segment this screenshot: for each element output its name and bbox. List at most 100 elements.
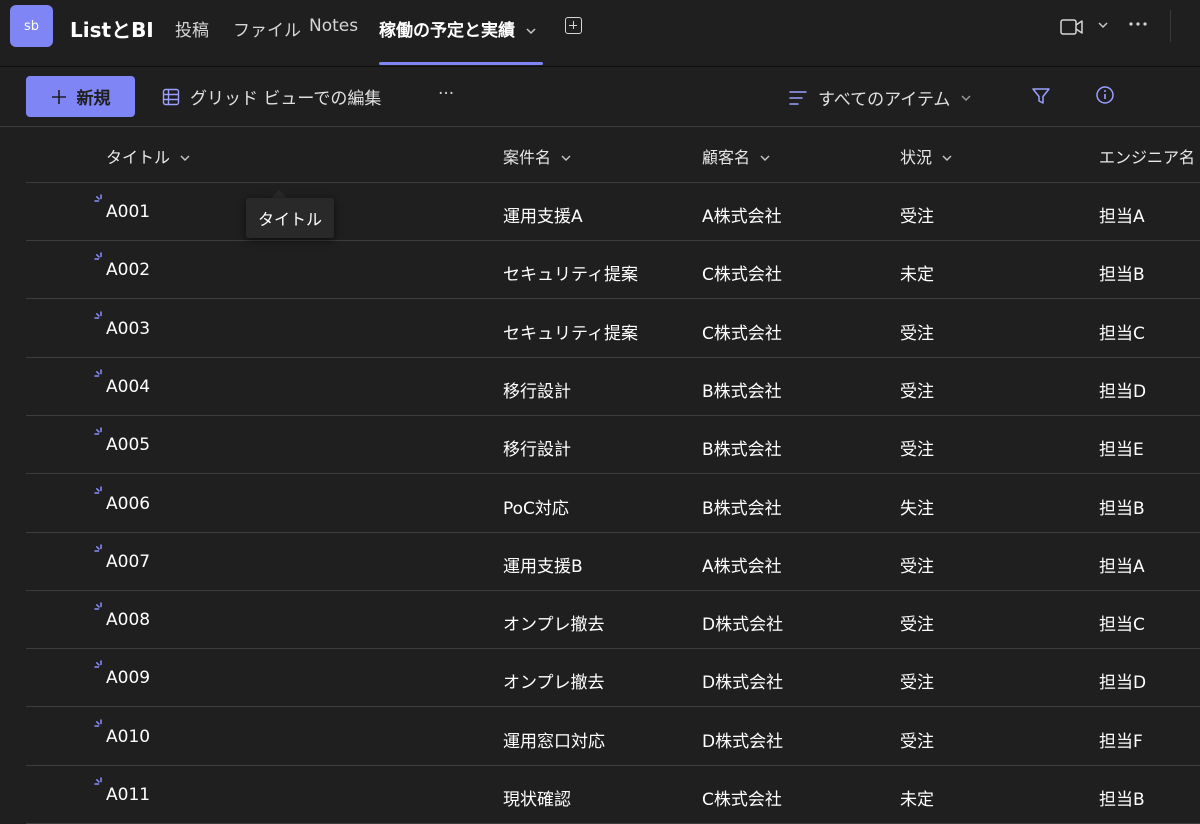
customer-cell: D株式会社 bbox=[702, 731, 784, 752]
add-tab-icon[interactable] bbox=[565, 17, 582, 34]
engineer-cell: 担当B bbox=[1099, 790, 1145, 810]
status-cell: 失注 bbox=[900, 498, 934, 519]
status-cell: 受注 bbox=[900, 731, 934, 752]
title-cell[interactable]: A007 bbox=[106, 552, 150, 572]
title-cell[interactable]: A009 bbox=[106, 668, 150, 688]
team-avatar[interactable]: sb bbox=[10, 5, 53, 47]
grid-view-edit-button[interactable]: グリッド ビューでの編集 bbox=[162, 84, 381, 109]
chevron-down-icon[interactable] bbox=[1097, 19, 1109, 31]
title-cell[interactable]: A010 bbox=[106, 727, 150, 747]
status-cell: 受注 bbox=[900, 207, 934, 227]
chevron-down-icon bbox=[561, 155, 571, 161]
more-options-icon[interactable] bbox=[1128, 13, 1148, 33]
info-icon[interactable] bbox=[1095, 85, 1115, 105]
customer-cell: D株式会社 bbox=[702, 615, 784, 636]
project-cell: PoC対応 bbox=[503, 498, 569, 519]
engineer-cell: 担当A bbox=[1099, 556, 1145, 577]
view-selector-label: すべてのアイテム bbox=[818, 90, 951, 110]
engineer-cell: 担当D bbox=[1099, 381, 1147, 402]
filter-icon[interactable] bbox=[1031, 86, 1051, 106]
team-name[interactable]: ListとBI bbox=[70, 14, 154, 43]
title-cell[interactable]: A003 bbox=[106, 319, 150, 339]
status-cell: 受注 bbox=[900, 556, 934, 577]
project-cell: 運用窓口対応 bbox=[503, 731, 605, 752]
table-row[interactable]: A011 現状確認 C株式会社 未定 担当B bbox=[26, 766, 1200, 824]
title-cell[interactable]: A005 bbox=[106, 435, 150, 455]
grid-view-edit-label: グリッド ビューでの編集 bbox=[190, 89, 382, 109]
project-cell: 運用支援B bbox=[503, 556, 583, 577]
new-item-label: 新規 bbox=[76, 89, 111, 109]
customer-cell: A株式会社 bbox=[702, 556, 782, 577]
chevron-down-icon bbox=[760, 155, 770, 161]
column-header-project[interactable]: 案件名 bbox=[503, 144, 572, 168]
project-cell: オンプレ撤去 bbox=[503, 615, 605, 636]
status-cell: 受注 bbox=[900, 381, 934, 402]
table-row[interactable]: A001 運用支援A A株式会社 受注 担当A bbox=[26, 183, 1200, 241]
customer-cell: A株式会社 bbox=[702, 207, 782, 227]
column-header-customer[interactable]: 顧客名 bbox=[702, 144, 771, 168]
project-cell: セキュリティ提案 bbox=[503, 323, 638, 344]
column-header-engineer[interactable]: エンジニア名 bbox=[1099, 144, 1195, 168]
command-bar: 新規 グリッド ビューでの編集 ··· すべてのアイテム bbox=[0, 67, 1200, 127]
column-header-title[interactable]: タイトル bbox=[106, 144, 191, 168]
table-row[interactable]: A008 オンプレ撤去 D株式会社 受注 担当C bbox=[26, 591, 1200, 650]
status-cell: 受注 bbox=[900, 615, 934, 636]
table-header: タイトル 案件名 顧客名 状況 エンジニア名 bbox=[26, 127, 1200, 183]
table-row[interactable]: A004 移行設計 B株式会社 受注 担当D bbox=[26, 358, 1200, 416]
engineer-cell: 担当F bbox=[1099, 731, 1143, 752]
title-cell[interactable]: A006 bbox=[106, 494, 150, 514]
tab-posts[interactable]: 投稿 bbox=[175, 16, 209, 41]
table-row[interactable]: A002 セキュリティ提案 C株式会社 未定 担当B bbox=[26, 241, 1200, 300]
title-cell[interactable]: A008 bbox=[106, 610, 150, 630]
avatar-initials: sb bbox=[23, 18, 40, 34]
column-header-label: 状況 bbox=[900, 148, 933, 167]
view-selector[interactable]: すべてのアイテム bbox=[788, 85, 972, 110]
chevron-down-icon[interactable] bbox=[525, 26, 537, 36]
top-bar: sb ListとBI 投稿 ファイル Notes 稼働の予定と実績 bbox=[0, 0, 1200, 67]
column-header-label: 顧客名 bbox=[702, 148, 751, 167]
video-call-icon[interactable] bbox=[1060, 18, 1084, 36]
project-cell: 運用支援A bbox=[503, 207, 583, 227]
tooltip: タイトル bbox=[246, 198, 335, 238]
title-cell[interactable]: A002 bbox=[106, 260, 150, 280]
customer-cell: B株式会社 bbox=[702, 381, 782, 402]
table-row[interactable]: A006 PoC対応 B株式会社 失注 担当B bbox=[26, 475, 1200, 533]
project-cell: 移行設計 bbox=[503, 381, 571, 402]
table-row[interactable]: A003 セキュリティ提案 C株式会社 受注 担当C bbox=[26, 300, 1200, 358]
status-cell: 受注 bbox=[900, 323, 934, 344]
engineer-cell: 担当D bbox=[1099, 673, 1147, 694]
customer-cell: B株式会社 bbox=[702, 440, 782, 461]
project-cell: 移行設計 bbox=[503, 440, 571, 461]
engineer-cell: 担当B bbox=[1099, 498, 1145, 519]
tab-schedule-actuals[interactable]: 稼働の予定と実績 bbox=[379, 16, 537, 41]
column-header-label: タイトル bbox=[106, 148, 171, 167]
title-cell[interactable]: A011 bbox=[106, 785, 150, 805]
table-row[interactable]: A005 移行設計 B株式会社 受注 担当E bbox=[26, 416, 1200, 475]
more-commands-button[interactable]: ··· bbox=[438, 84, 454, 104]
table-row[interactable]: A007 運用支援B A株式会社 受注 担当A bbox=[26, 533, 1200, 591]
project-cell: 現状確認 bbox=[503, 790, 571, 810]
engineer-cell: 担当E bbox=[1099, 440, 1144, 461]
view-lines-icon bbox=[789, 90, 807, 105]
title-cell[interactable]: A001 bbox=[106, 202, 150, 222]
chevron-down-icon bbox=[942, 155, 952, 161]
table-row[interactable]: A010 運用窓口対応 D株式会社 受注 担当F bbox=[26, 708, 1200, 766]
divider bbox=[1170, 10, 1171, 42]
new-item-button[interactable]: 新規 bbox=[26, 76, 135, 117]
customer-cell: C株式会社 bbox=[702, 323, 782, 344]
table-row[interactable]: A009 オンプレ撤去 D株式会社 受注 担当D bbox=[26, 649, 1200, 708]
customer-cell: D株式会社 bbox=[702, 673, 784, 694]
active-tab-indicator bbox=[379, 62, 543, 65]
project-cell: セキュリティ提案 bbox=[503, 265, 638, 286]
grid-icon bbox=[162, 88, 180, 105]
tab-notes[interactable]: Notes bbox=[309, 16, 358, 36]
title-cell[interactable]: A004 bbox=[106, 377, 150, 397]
customer-cell: C株式会社 bbox=[702, 790, 782, 810]
tab-files[interactable]: ファイル bbox=[233, 16, 301, 41]
column-header-label: 案件名 bbox=[503, 148, 552, 167]
column-header-status[interactable]: 状況 bbox=[900, 144, 953, 168]
tab-schedule-actuals-label: 稼働の予定と実績 bbox=[379, 21, 515, 41]
column-header-label: エンジニア名 bbox=[1099, 148, 1196, 167]
chevron-down-icon bbox=[961, 94, 971, 101]
customer-cell: C株式会社 bbox=[702, 265, 782, 286]
